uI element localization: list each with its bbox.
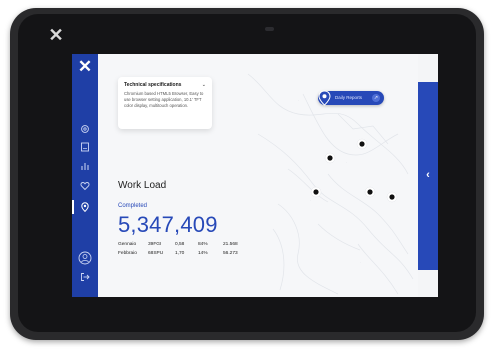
map-marker-pin[interactable] (386, 191, 398, 203)
completed-label: Completed (118, 203, 148, 209)
map-marker-pin[interactable] (324, 152, 336, 164)
chevron-left-icon: ‹ (426, 169, 430, 181)
month-cell: Febbraio (118, 251, 137, 256)
arrow-up-right-icon[interactable]: ↗ (372, 94, 380, 102)
percent-cell: 14% (198, 251, 208, 256)
spec-card-body: Chromium based HTML5 Browser, Easy to us… (124, 91, 204, 108)
technical-specifications-card[interactable]: Technical specifications ⌄ Chromium base… (118, 77, 212, 129)
table-row: Febbraio 68SPU 1,70 14% 56.273 (118, 249, 243, 258)
heart-icon[interactable] (80, 181, 90, 191)
map-label: · (310, 199, 311, 203)
map-label: · (298, 99, 299, 103)
gear-icon[interactable] (80, 124, 90, 134)
code-cell: 68SPU (148, 251, 164, 256)
active-indicator (72, 200, 74, 214)
sidebar: ✕ (72, 54, 98, 297)
daily-reports-label: Daily Reports (335, 95, 363, 100)
spec-card-title: Technical specifications (124, 82, 182, 88)
map-marker-pin[interactable] (364, 186, 376, 198)
document-icon[interactable] (80, 142, 90, 152)
map-markers (310, 138, 398, 203)
location-pin-icon (318, 90, 331, 106)
camera (265, 27, 274, 31)
workload-stats-table: Gennaio 39FGI 0,58 84% 21.568 Febbraio 6… (118, 240, 243, 258)
total-cell: 56.273 (223, 251, 238, 256)
map-label: · (346, 161, 347, 165)
work-load-title: Work Load (118, 180, 167, 191)
logout-icon[interactable] (80, 272, 90, 282)
daily-reports-button[interactable]: Daily Reports ↗ (318, 90, 384, 106)
x-logo-icon[interactable]: ✕ (77, 58, 93, 75)
table-row: Gennaio 39FGI 0,58 84% 21.568 (118, 240, 243, 249)
code-cell: 39FGI (148, 242, 162, 247)
app-screen: · · · · Technical specifications ⌄ Chrom… (72, 54, 438, 297)
completed-value: 5,347,409 (118, 212, 218, 237)
percent-cell: 84% (198, 242, 208, 247)
value-cell: 0,58 (175, 242, 185, 247)
map-marker-pin[interactable] (310, 186, 322, 198)
user-icon[interactable] (78, 251, 92, 265)
close-icon[interactable]: ✕ (48, 26, 64, 44)
map-label: · (360, 261, 361, 265)
total-cell: 21.568 (223, 242, 238, 247)
map-marker-pin[interactable] (356, 138, 368, 150)
location-pin-icon[interactable] (80, 202, 90, 212)
month-cell: Gennaio (118, 242, 137, 247)
side-panel-toggle[interactable]: ‹ (418, 82, 438, 270)
chevron-down-icon[interactable]: ⌄ (202, 82, 206, 88)
bar-chart-icon[interactable] (80, 161, 90, 171)
value-cell: 1,70 (175, 251, 185, 256)
